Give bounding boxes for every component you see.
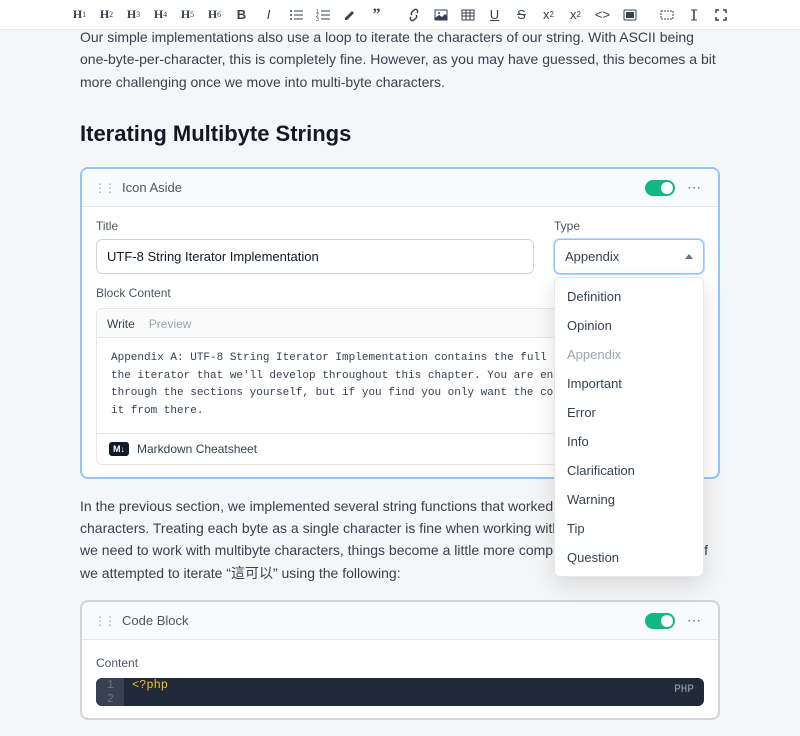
cursor-button[interactable] [685, 6, 703, 24]
code-language-badge: PHP [674, 684, 694, 696]
visibility-toggle[interactable] [645, 180, 675, 196]
svg-text:3: 3 [316, 17, 319, 22]
dropdown-option-tip[interactable]: Tip [555, 514, 703, 543]
numbered-list-button[interactable]: 123 [314, 6, 332, 24]
dropdown-option-opinion[interactable]: Opinion [555, 311, 703, 340]
heading-1-button[interactable]: H1 [71, 6, 89, 24]
type-dropdown: Definition Opinion Appendix Important Er… [554, 277, 704, 577]
dropdown-option-important[interactable]: Important [555, 369, 703, 398]
dropdown-option-question[interactable]: Question [555, 543, 703, 572]
code-content-label: Content [96, 656, 704, 670]
heading-2-button[interactable]: H2 [98, 6, 116, 24]
heading-3-button[interactable]: H3 [125, 6, 143, 24]
block-menu-button[interactable]: ⋯ [683, 177, 706, 198]
dropdown-option-info[interactable]: Info [555, 427, 703, 456]
paragraph-text[interactable]: Our simple implementations also use a lo… [80, 26, 720, 93]
code-line-content [124, 692, 704, 706]
strikethrough-button[interactable]: S [513, 6, 531, 24]
chevron-up-icon [685, 254, 693, 259]
dropdown-option-error[interactable]: Error [555, 398, 703, 427]
table-button[interactable] [459, 6, 477, 24]
italic-button[interactable]: I [260, 6, 278, 24]
icon-aside-block: ⋮⋮ Icon Aside ⋯ Title Type Appendix [80, 167, 720, 478]
code-editor[interactable]: PHP 1 <?php 2 [96, 678, 704, 706]
block-type-label: Code Block [122, 613, 637, 628]
superscript-button[interactable]: x2 [540, 6, 558, 24]
block-header: ⋮⋮ Icon Aside ⋯ [82, 169, 718, 207]
embed-button[interactable] [621, 6, 639, 24]
fullscreen-button[interactable] [712, 6, 730, 24]
code-line-content: <?php [124, 678, 704, 692]
subscript-button[interactable]: x2 [567, 6, 585, 24]
image-button[interactable] [432, 6, 450, 24]
markdown-cheatsheet-link[interactable]: Markdown Cheatsheet [137, 442, 257, 456]
markdown-badge-icon: M↓ [109, 442, 129, 456]
tab-write[interactable]: Write [107, 317, 135, 331]
drag-handle-icon[interactable]: ⋮⋮ [94, 614, 114, 628]
insert-block-button[interactable] [658, 6, 676, 24]
heading-5-button[interactable]: H5 [179, 6, 197, 24]
highlight-button[interactable] [341, 6, 359, 24]
type-field: Type Appendix Definition Opinion Appendi… [554, 219, 704, 274]
line-number: 1 [96, 678, 124, 692]
drag-handle-icon[interactable]: ⋮⋮ [94, 181, 114, 195]
dropdown-option-definition[interactable]: Definition [555, 282, 703, 311]
type-select[interactable]: Appendix [554, 239, 704, 274]
line-number: 2 [96, 692, 124, 706]
underline-button[interactable]: U [486, 6, 504, 24]
editor-content-area: Our simple implementations also use a lo… [64, 26, 736, 720]
code-button[interactable]: <> [594, 6, 612, 24]
heading-6-button[interactable]: H6 [206, 6, 224, 24]
type-label: Type [554, 219, 704, 233]
block-header: ⋮⋮ Code Block ⋯ [82, 602, 718, 640]
block-type-label: Icon Aside [122, 180, 637, 195]
blockquote-button[interactable]: ” [368, 6, 386, 24]
type-selected-value: Appendix [565, 249, 619, 264]
link-button[interactable] [405, 6, 423, 24]
section-heading[interactable]: Iterating Multibyte Strings [80, 121, 720, 147]
bulleted-list-button[interactable] [287, 6, 305, 24]
title-label: Title [96, 219, 534, 233]
heading-4-button[interactable]: H4 [152, 6, 170, 24]
dropdown-option-warning[interactable]: Warning [555, 485, 703, 514]
block-menu-button[interactable]: ⋯ [683, 610, 706, 631]
visibility-toggle[interactable] [645, 613, 675, 629]
title-field: Title [96, 219, 534, 274]
bold-button[interactable]: B [233, 6, 251, 24]
dropdown-option-appendix[interactable]: Appendix [555, 340, 703, 369]
tab-preview[interactable]: Preview [149, 317, 192, 331]
code-block: ⋮⋮ Code Block ⋯ Content PHP 1 <?php 2 [80, 600, 720, 720]
dropdown-option-clarification[interactable]: Clarification [555, 456, 703, 485]
title-input[interactable] [96, 239, 534, 274]
